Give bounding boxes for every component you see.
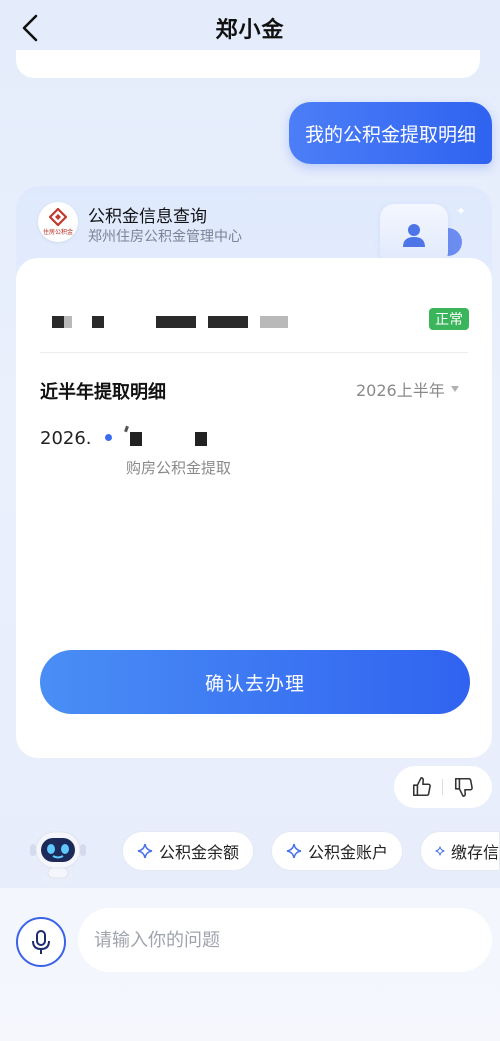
user-avatar-decoration <box>380 204 448 266</box>
caret-down-icon <box>450 386 459 392</box>
period-label: 2026上半年 <box>356 381 445 400</box>
thumbs-up-icon[interactable] <box>411 776 433 798</box>
withdrawal-type: 购房公积金提取 <box>126 459 232 477</box>
timeline-dot <box>105 434 112 441</box>
housing-fund-logo: 住房公积金 <box>38 202 78 242</box>
feedback-group <box>394 766 492 808</box>
sparkle-icon <box>137 843 153 859</box>
microphone-icon <box>32 930 50 954</box>
previous-message-card <box>16 50 480 78</box>
fund-logo-icon <box>49 208 67 226</box>
voice-input-button[interactable] <box>16 917 66 967</box>
sparkle-icon <box>435 846 445 856</box>
chip-deposit-info[interactable]: 缴存信 <box>420 831 500 871</box>
chip-label: 公积金余额 <box>159 843 240 862</box>
chevron-left-icon <box>22 14 38 42</box>
masked-account-info <box>52 316 312 330</box>
masked-date-part <box>130 432 142 446</box>
chip-fund-account[interactable]: 公积金账户 <box>271 831 404 871</box>
back-button[interactable] <box>14 12 46 44</box>
card-title: 公积金信息查询 <box>88 207 207 227</box>
user-message-bubble: 我的公积金提取明细 <box>288 102 492 164</box>
period-dropdown[interactable]: 2026上半年 <box>356 377 459 401</box>
thumbs-down-icon[interactable] <box>453 776 475 798</box>
divider <box>40 352 468 353</box>
section-title: 近半年提取明细 <box>40 382 166 403</box>
header: 郑小金 <box>0 0 500 56</box>
sparkle-icon <box>286 843 302 859</box>
masked-amount-part <box>195 432 207 446</box>
status-badge: 正常 <box>429 308 469 330</box>
logo-text: 住房公积金 <box>42 229 73 236</box>
chip-label: 公积金账户 <box>308 843 389 862</box>
chip-fund-balance[interactable]: 公积金余额 <box>122 831 255 871</box>
robot-mascot-icon[interactable] <box>26 822 90 888</box>
withdrawal-date: 2026. <box>40 428 92 449</box>
feedback-separator <box>442 779 444 795</box>
user-icon <box>403 224 425 247</box>
card-subtitle: 郑州住房公积金管理中心 <box>88 229 242 245</box>
page-title: 郑小金 <box>215 18 285 43</box>
question-input[interactable] <box>78 908 492 972</box>
sparkle-icon: ✦ <box>456 204 467 218</box>
confirm-button[interactable]: 确认去办理 <box>40 650 470 714</box>
chip-label: 缴存信 <box>450 843 499 862</box>
